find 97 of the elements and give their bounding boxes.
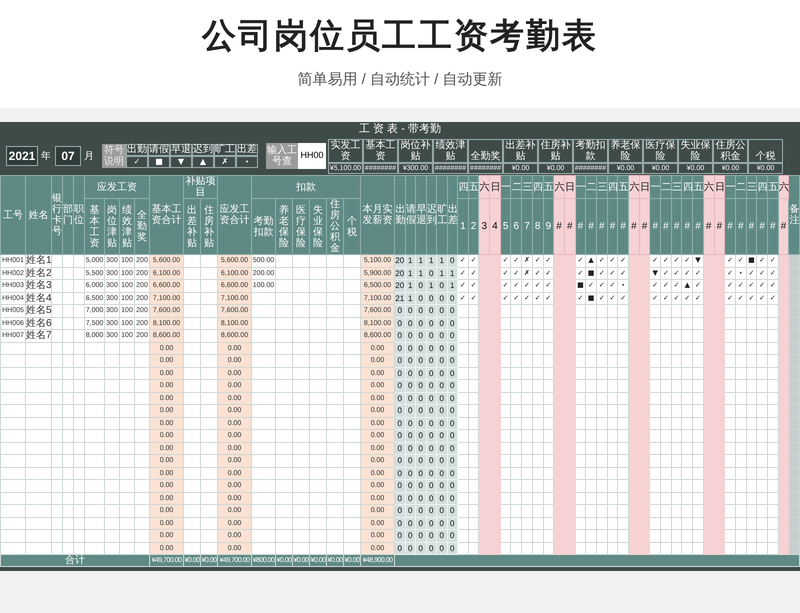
column-header: 出勤 [394,176,405,254]
summary-label: 养老保险 [608,138,643,162]
column-header: 姓名 [26,176,52,254]
column-header: 基本工资合计 [150,176,184,254]
column-header: 本月实发薪资 [360,176,394,254]
page-title: 公司岗位员工工资考勤表 [202,16,598,56]
weekday-header: 六 [554,176,564,198]
month-field[interactable]: 07 [55,146,81,166]
weekday-header: 一 [650,176,661,198]
summary-label: 住房补贴 [538,138,573,162]
weekday-header: 日 [639,176,650,198]
summary-label: 失业保险 [678,138,713,162]
weekday-header: 五 [543,176,554,198]
weekday-header: 五 [692,176,704,198]
summary-label: 个税 [748,138,783,162]
weekday-header: 三 [746,176,757,198]
weekday-header: 四 [607,176,618,198]
weekday-header: 四 [756,176,768,198]
weekday-header: 二 [660,176,672,198]
weekday-header: 五 [767,176,778,198]
weekday-header: 六 [703,176,714,198]
column-header: 基本工资 [84,198,104,254]
column-header: 旷工 [436,176,447,254]
weekday-header: 日 [564,176,576,198]
weekday-header: 三 [522,176,532,198]
legend-label: 出勤 [126,144,148,156]
weekday-header: 一 [575,176,586,198]
column-header: 岗位津贴 [104,198,120,254]
column-header: 迟到 [426,176,436,254]
year-field[interactable]: 2021 [6,146,38,166]
legend-symbol: ⋆ [236,156,258,168]
summary-label: 医疗保险 [643,138,678,162]
weekday-header: 六 [478,176,490,198]
column-header: 职位 [74,176,84,254]
column-header: 个税 [344,198,360,254]
group-header: 扣款 [252,176,360,198]
month-label: 月 [84,150,94,164]
weekday-header: 五 [468,176,479,198]
lookup-label: 输入工号查 [266,143,298,169]
column-header: 备注 [788,176,800,254]
column-header: 养老保险 [276,198,292,254]
legend-symbol: ▲ [192,156,214,168]
lookup-field[interactable]: HH00 [298,143,326,169]
summary-label: 绩效津贴 [433,138,468,162]
summary-label: 全勤奖 [468,138,503,162]
weekday-header: 四 [532,176,543,198]
weekday-header: 二 [510,176,522,198]
page-subtitle: 简单易用 / 自动统计 / 自动更新 [297,70,502,90]
column-header: 绩效津贴 [120,198,134,254]
column-header: 应发工资合计 [218,176,252,254]
summary-label: 住房公积金 [713,138,748,162]
sheet-title: 工 资 表 - 带考勤 [358,122,442,137]
column-header: 请假 [405,176,416,254]
weekday-header: 一 [724,176,736,198]
legend-label: 出差 [236,144,258,156]
group-header: 应发工资 [84,176,150,198]
column-header: 出差 [447,176,458,254]
column-header: 部门 [62,176,74,254]
weekday-header: 六 [628,176,640,198]
weekday-header: 四 [458,176,468,198]
weekday-header: 一 [500,176,511,198]
column-header: 早退 [416,176,426,254]
column-header: 工号 [0,176,26,254]
legend-title: 符号说明 [102,144,126,168]
legend-symbol: ✓ [126,156,148,168]
legend-symbol: ✗ [214,156,236,168]
weekday-header: 日 [714,176,725,198]
summary-label: 岗位补贴 [398,138,433,162]
column-header: 考勤扣款 [252,198,276,254]
legend-label: 早退 [170,144,192,156]
weekday-header: 三 [671,176,682,198]
total-label: 合计 [0,554,150,566]
weekday-header: 三 [596,176,608,198]
column-header: 失业保险 [310,198,326,254]
legend-label: 迟到 [192,144,214,156]
column-header: 住房补贴 [200,198,218,254]
column-header: 住房公积金 [326,198,344,254]
group-header: 补贴项目 [184,176,218,198]
column-header: 银行卡号 [52,176,62,254]
weekday-header: 五 [618,176,628,198]
legend-label: 旷工 [214,144,236,156]
legend-symbol: ▼ [170,156,192,168]
column-header: 医疗保险 [292,198,310,254]
weekday-header: 二 [735,176,746,198]
column-header: 出差补贴 [184,198,200,254]
weekday-header: 四 [682,176,693,198]
weekday-header: 日 [490,176,500,198]
summary-label: 出差补贴 [503,138,538,162]
weekday-header: 六 [778,176,789,198]
weekday-header: 二 [586,176,596,198]
summary-label: 基本工资 [363,138,398,162]
column-header: 全勤奖 [134,198,150,254]
summary-label: 实发工资 [328,138,363,162]
summary-label: 考勤扣款 [573,138,608,162]
year-label: 年 [41,150,51,164]
legend-label: 请假 [148,144,170,156]
legend-symbol: ■ [148,156,170,168]
